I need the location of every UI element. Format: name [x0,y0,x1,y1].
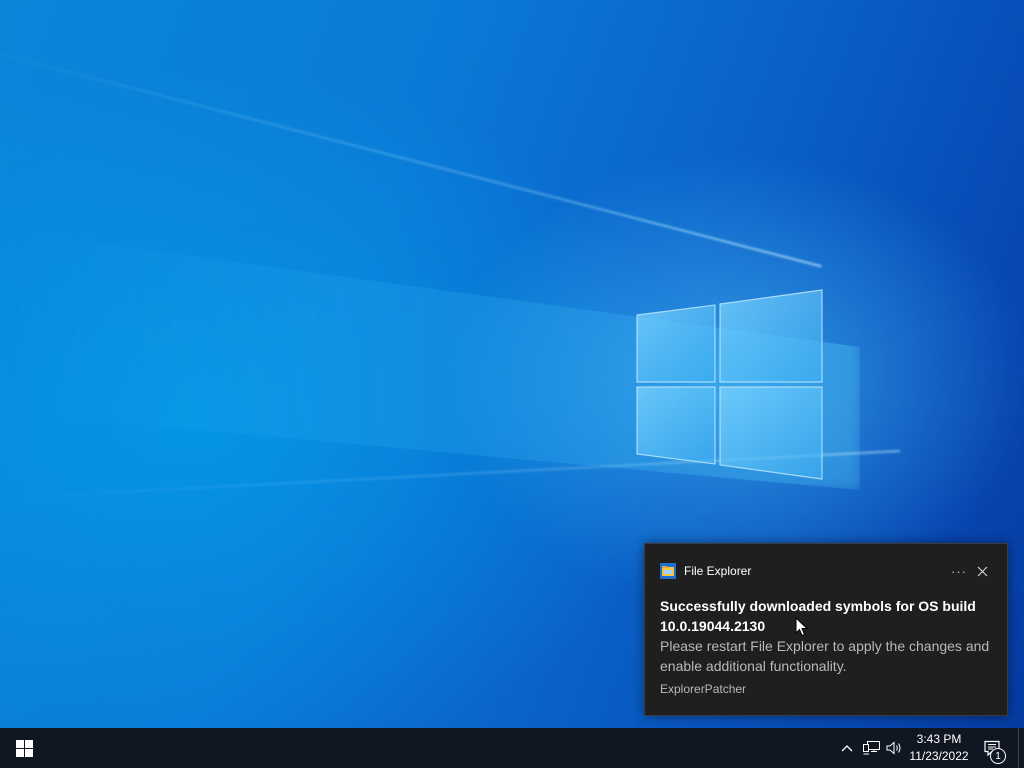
chevron-up-icon [841,745,853,752]
volume-icon [886,741,901,755]
toast-body: Please restart File Explorer to apply th… [660,638,990,674]
clock-date: 11/23/2022 [909,749,969,763]
clock-time: 3:43 PM [916,732,962,746]
toast-attribution: ExplorerPatcher [660,682,747,696]
more-options-button[interactable]: ··· [948,560,970,582]
more-options-icon: ··· [951,563,967,579]
toast-title: Successfully downloaded symbols for OS b… [660,598,976,634]
close-icon [977,566,987,576]
close-button[interactable] [971,560,993,582]
windows-logo-wallpaper [636,289,823,480]
desktop[interactable]: File Explorer ··· Successfully downloade… [0,0,1024,768]
show-hidden-icons-button[interactable] [838,728,856,768]
network-icon [862,741,880,755]
taskbar: 3:43 PM 11/23/2022 1 [0,728,1024,768]
clock[interactable]: 3:43 PM 11/23/2022 [904,728,974,768]
volume-button[interactable] [884,728,904,768]
toast-app-name: File Explorer [684,564,752,578]
start-button[interactable] [0,728,48,768]
windows-start-icon [15,739,33,757]
mouse-cursor-icon [795,617,809,637]
file-explorer-icon [660,563,676,579]
toast-notification[interactable]: File Explorer ··· Successfully downloade… [644,543,1008,716]
network-button[interactable] [860,728,882,768]
notification-count-badge: 1 [990,748,1006,764]
show-desktop-button[interactable] [1018,728,1024,768]
light-beam [0,40,822,268]
